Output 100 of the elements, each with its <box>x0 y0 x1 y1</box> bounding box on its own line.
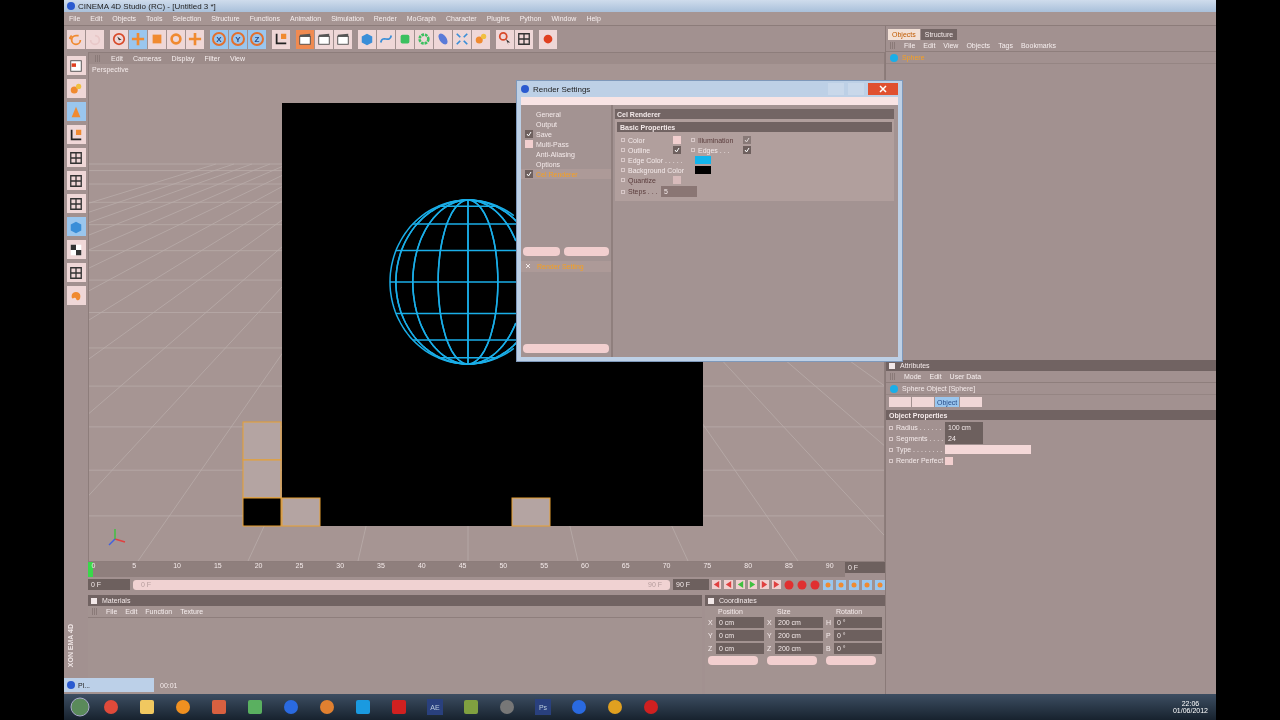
capsule-icon <box>436 32 450 46</box>
playback-icon[interactable] <box>772 580 781 589</box>
multi-pass-button[interactable] <box>564 246 609 256</box>
checkbox[interactable] <box>525 170 533 178</box>
clapperboard-icon <box>336 32 350 46</box>
round-app-icon <box>283 699 299 715</box>
app-logo-icon <box>67 2 75 10</box>
app-logo-icon <box>67 681 75 689</box>
mode-button[interactable] <box>66 148 86 167</box>
checkbox[interactable] <box>525 130 533 138</box>
color-swatch[interactable] <box>695 166 711 174</box>
playback-icon[interactable] <box>712 580 721 589</box>
beveled-cube-icon <box>398 32 412 46</box>
grid-icon <box>69 173 83 188</box>
grid-icon <box>517 32 531 46</box>
coordinate-button[interactable] <box>767 656 817 665</box>
record-icon <box>541 32 555 46</box>
corner-axes-icon <box>69 127 83 142</box>
round-app-icon <box>319 699 335 715</box>
app-logo-icon <box>521 85 529 93</box>
checkbox[interactable] <box>945 456 953 465</box>
cube-icon <box>69 219 83 234</box>
key-icon[interactable] <box>836 579 846 590</box>
start-orb-icon[interactable] <box>70 697 90 717</box>
corner-axes-icon <box>274 32 288 46</box>
attribute-tab[interactable] <box>960 397 983 407</box>
round-app-icon <box>103 699 119 715</box>
clapperboard-icon <box>298 32 312 46</box>
axis-lock-button[interactable]: Y <box>229 29 247 49</box>
axis-lock-button[interactable]: X <box>210 29 228 49</box>
scatter-arrows-icon <box>455 32 469 46</box>
gear-icon <box>417 32 431 46</box>
window-title: CINEMA 4D Studio (RC) - [Untitled 3 *] <box>78 1 216 11</box>
panel-toggle-icon[interactable] <box>91 597 97 604</box>
close-icon <box>879 85 887 93</box>
key-icon[interactable] <box>875 579 885 590</box>
grid-icon <box>69 150 83 165</box>
mode-button[interactable] <box>66 240 86 259</box>
mode-button[interactable] <box>66 171 86 190</box>
cross-arrows-icon <box>131 32 145 46</box>
record-icon[interactable] <box>797 579 807 590</box>
checkerboard-icon <box>69 242 83 257</box>
square-app-icon <box>391 699 407 715</box>
grid-icon <box>69 196 83 211</box>
tool-button[interactable] <box>334 29 352 49</box>
playback-icon[interactable] <box>748 580 757 589</box>
record-icon[interactable] <box>784 579 794 590</box>
key-icon[interactable] <box>849 579 859 590</box>
close-button[interactable] <box>868 83 898 95</box>
playback-icon[interactable] <box>760 580 769 589</box>
record-icon[interactable] <box>810 579 820 590</box>
effect-button[interactable] <box>523 246 561 256</box>
curved-arrow-icon <box>69 32 83 46</box>
window-layout-icon <box>69 58 83 73</box>
cube-icon <box>360 32 374 46</box>
sphere-icon <box>890 384 898 393</box>
cursor-dot-icon <box>498 32 512 46</box>
playback-icon[interactable] <box>736 580 745 589</box>
mode-button[interactable] <box>66 125 86 144</box>
sphere-icon <box>890 53 898 62</box>
checkbox[interactable] <box>673 146 681 154</box>
square-app-icon <box>355 699 371 715</box>
tool-button[interactable] <box>272 29 290 49</box>
dialog-title: Render Settings <box>533 84 592 94</box>
mode-button[interactable] <box>66 194 86 213</box>
key-icon[interactable] <box>862 579 872 590</box>
checkbox[interactable] <box>673 136 681 144</box>
blobs-icon <box>474 32 488 46</box>
round-app-icon <box>571 699 587 715</box>
round-app-icon <box>643 699 659 715</box>
tool-button[interactable] <box>296 29 314 49</box>
coordinate-button[interactable] <box>826 656 876 665</box>
blobs-icon <box>69 81 83 96</box>
close-icon[interactable] <box>525 263 531 269</box>
grid-icon <box>69 265 83 280</box>
square-app-icon <box>139 699 155 715</box>
key-icon[interactable] <box>823 579 833 590</box>
square-app-icon <box>463 699 479 715</box>
playback-icon[interactable] <box>724 580 733 589</box>
round-app-icon <box>499 699 515 715</box>
checkbox[interactable] <box>743 146 751 154</box>
square-icon <box>150 32 164 46</box>
tool-button[interactable] <box>315 29 333 49</box>
curve-icon <box>379 32 393 46</box>
cursor-icon <box>112 32 126 46</box>
color-swatch[interactable] <box>695 156 711 164</box>
ring-icon <box>169 32 183 46</box>
axis-lock-button[interactable]: Z <box>248 29 266 49</box>
checkbox[interactable] <box>525 140 533 148</box>
panel-toggle-icon[interactable] <box>889 362 895 369</box>
square-app-icon <box>247 699 263 715</box>
clapperboard-icon <box>317 32 331 46</box>
mode-button[interactable] <box>66 263 86 282</box>
panel-toggle-icon[interactable] <box>708 597 714 604</box>
axis-arrows-icon <box>188 32 202 46</box>
coordinate-button[interactable] <box>708 656 758 665</box>
tool-button[interactable] <box>515 29 533 49</box>
round-app-icon <box>607 699 623 715</box>
round-app-icon <box>175 699 191 715</box>
square-app-icon <box>211 699 227 715</box>
